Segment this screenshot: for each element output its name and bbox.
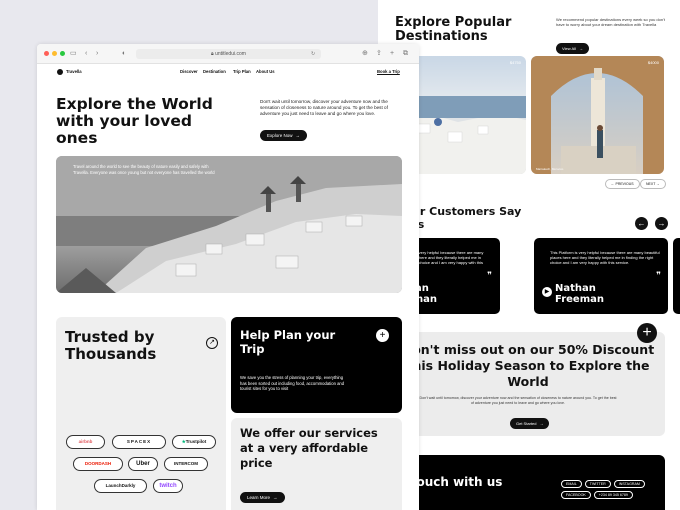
offer-title: We offer our services at a very affordab… <box>240 426 378 470</box>
quote-icon: ❞ <box>656 270 661 280</box>
plus-icon[interactable]: + <box>637 323 657 343</box>
learn-more-button[interactable]: Learn More → <box>240 492 285 503</box>
plan-desc: We save you the stress of planning your … <box>240 375 345 391</box>
browser-toolbar: ▭ ‹ › ◐ 🔒︎ untitledui.com ↻ ⊕ ⇪ + ⧉ <box>37 44 419 64</box>
arrow-right-icon: → <box>655 182 660 186</box>
hero-title: Explore the World with your loved ones <box>56 95 213 147</box>
tabs-icon[interactable]: ⧉ <box>403 49 408 59</box>
arrow-up-right-icon[interactable]: ↗ <box>206 337 218 349</box>
nav-trip-plan[interactable]: Trip Plan <box>233 69 251 74</box>
address-bar[interactable]: 🔒︎ untitledui.com <box>136 49 321 59</box>
testimonial-quote: This Platform is very helpful because th… <box>550 250 660 265</box>
uber-logo: Uber <box>128 457 158 471</box>
plan-title: Help Plan your Trip <box>240 328 336 356</box>
learn-more-label: Learn More <box>247 495 271 500</box>
arrow-right-icon: → <box>578 46 583 51</box>
quote-icon: ❞ <box>487 270 492 280</box>
destinations-title: Explore Popular Destinations <box>395 15 512 44</box>
logo-text: Trustpilot <box>185 439 207 444</box>
spacex-logo: SPACEX <box>112 435 166 449</box>
caption-label: Marrakech, Morocco <box>536 167 564 171</box>
plus-icon[interactable]: + <box>376 329 389 342</box>
back-icon[interactable]: ‹ <box>85 49 87 59</box>
logo-text: LaunchDarkly <box>105 483 136 488</box>
shield-icon: ◐ <box>122 50 127 57</box>
testimonial-name: Nathan Freeman <box>555 283 604 305</box>
hero-image: Travel around the world to see the beaut… <box>56 156 402 293</box>
brand-name[interactable]: Travella <box>66 69 82 74</box>
launchdarkly-logo: LaunchDarkly <box>94 479 147 493</box>
view-all-button[interactable]: View All → <box>556 37 589 55</box>
share-icon[interactable]: ⇪ <box>376 49 382 59</box>
next-button[interactable]: NEXT → <box>640 179 666 189</box>
new-tab-icon[interactable]: + <box>390 49 394 59</box>
doordash-logo: DOORDASH <box>73 457 123 471</box>
explore-now-button[interactable]: Explore Now → <box>260 130 308 141</box>
trustpilot-logo: ★Trustpilot <box>172 435 216 449</box>
landing-page-preview: Explore Popular Destinations We recommen… <box>378 0 680 510</box>
promo-banner: Don't miss out on our 50% Discount this … <box>378 332 665 436</box>
explore-now-label: Explore Now <box>267 133 293 138</box>
trusted-title: Trusted by Thousands <box>65 328 157 363</box>
view-all-label: View All <box>562 46 576 51</box>
logo-text: INTERCOM <box>174 461 198 466</box>
logo-text: twitch <box>159 483 177 489</box>
santorini-hero-photo <box>56 156 402 293</box>
brand-logo <box>57 69 63 75</box>
price-label: $4000 <box>647 60 659 65</box>
destinations-desc: We recommend popular destinations every … <box>556 17 665 27</box>
get-started-label: Get Started <box>516 421 537 426</box>
browser-window: ▭ ‹ › ◐ 🔒︎ untitledui.com ↻ ⊕ ⇪ + ⧉ Trav… <box>37 44 419 510</box>
next-label: NEXT <box>646 182 656 186</box>
arrow-right-icon[interactable]: → <box>655 217 668 230</box>
logo-text: airbnb <box>78 439 93 444</box>
book-trip-link[interactable]: Book a Trip <box>377 69 400 74</box>
arrow-left-icon[interactable]: ← <box>635 217 648 230</box>
nav-about-us[interactable]: About Us <box>256 69 275 74</box>
play-icon[interactable]: ▶ <box>542 287 552 297</box>
twitch-logo: twitch <box>153 479 183 493</box>
promo-title: Don't miss out on our 50% Discount this … <box>401 342 655 389</box>
sidebar-icon[interactable]: ▭ <box>70 49 77 59</box>
contact-section: Get in touch with us Today!! EMAIL TWITT… <box>378 455 665 510</box>
logo-text: Uber <box>136 461 150 467</box>
download-icon[interactable]: ⊕ <box>362 49 368 59</box>
nav-destination[interactable]: Destination <box>203 69 226 74</box>
promo-desc: Don't wait until tomorrow, discover your… <box>419 396 617 405</box>
arrow-right-icon: → <box>539 421 544 426</box>
get-started-button[interactable]: Get Started → <box>510 412 550 430</box>
testimonial-card: This Platform is very helpful because th… <box>534 238 668 314</box>
previous-button[interactable]: ← PREVIOUS <box>605 179 640 189</box>
arrow-right-icon: → <box>273 495 278 500</box>
twitter-link[interactable]: TWITTER <box>584 480 611 488</box>
social-links: EMAIL TWITTER INSTAGRAM FACEBOOK +234 89… <box>561 480 656 499</box>
testimonial-card <box>673 238 680 314</box>
price-label: $4750 <box>509 60 521 65</box>
logo-text: DOORDASH <box>84 461 112 466</box>
minimize-window-button[interactable] <box>52 51 57 56</box>
mosque-photo <box>531 56 664 174</box>
arrow-right-icon: → <box>295 133 301 138</box>
plan-card: Help Plan your Trip + We save you the st… <box>231 317 402 413</box>
phone-link[interactable]: +234 89 345 6789 <box>593 491 633 499</box>
intercom-logo: INTERCOM <box>164 457 208 471</box>
email-link[interactable]: EMAIL <box>561 480 582 488</box>
instagram-link[interactable]: INSTAGRAM <box>613 480 645 488</box>
hero-desc: Don't wait until tomorrow, discover your… <box>260 99 388 116</box>
close-window-button[interactable] <box>44 51 49 56</box>
site-nav: Travella Discover Destination Trip Plan … <box>37 68 419 78</box>
previous-label: PREVIOUS <box>615 182 634 186</box>
logo-text: SPACEX <box>126 439 152 444</box>
forward-icon[interactable]: › <box>96 49 98 59</box>
reload-icon[interactable]: ↻ <box>311 49 315 59</box>
airbnb-logo: airbnb <box>66 435 105 449</box>
hero-overlay-text: Travel around the world to see the beaut… <box>73 164 215 175</box>
destination-card[interactable]: $4000 Marrakech, Morocco <box>531 56 664 174</box>
maximize-window-button[interactable] <box>60 51 65 56</box>
url-text: untitledui.com <box>215 51 246 57</box>
facebook-link[interactable]: FACEBOOK <box>561 491 591 499</box>
nav-discover[interactable]: Discover <box>180 69 198 74</box>
trusted-card: Trusted by Thousands ↗ airbnb SPACEX ★Tr… <box>56 317 226 510</box>
offer-card: We offer our services at a very affordab… <box>231 418 402 510</box>
